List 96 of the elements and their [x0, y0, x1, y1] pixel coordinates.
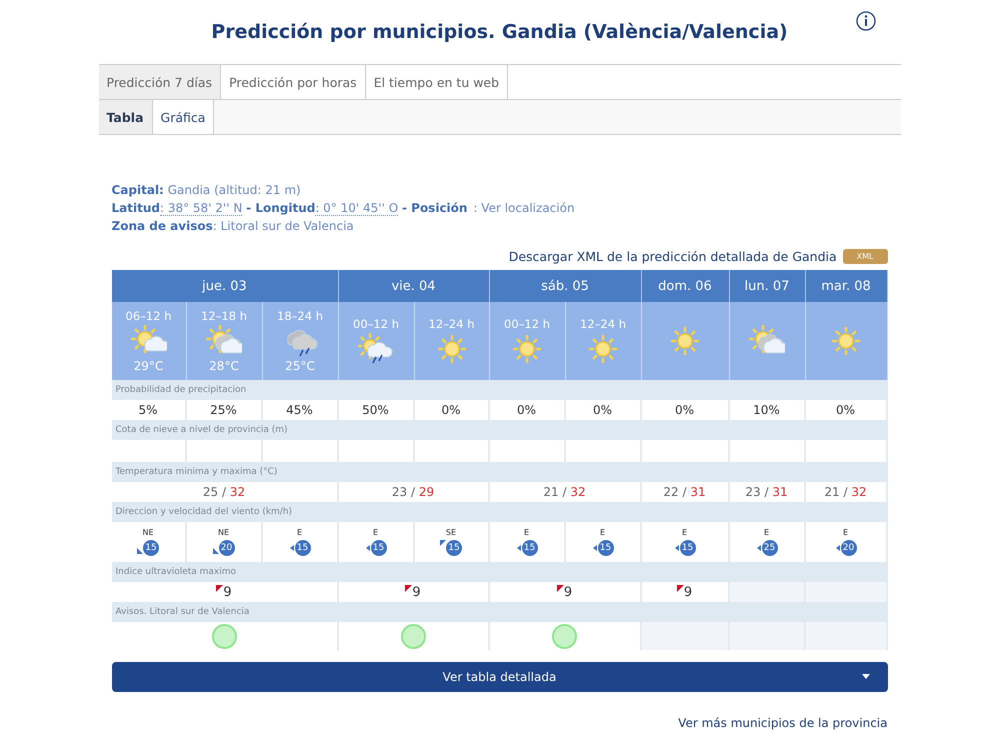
zone-label: Zona de avisos [112, 219, 213, 233]
temperature: 28°C [209, 359, 239, 373]
uv-marker-icon [676, 584, 684, 592]
latitude-label: Latitud [112, 201, 160, 215]
wind-speed-badge: 15 [143, 540, 159, 556]
capital-value: Gandia (altitud: 21 m) [168, 183, 301, 197]
temperature: 25°C [285, 359, 315, 373]
wind-pointer-icon [364, 543, 370, 553]
day-header: jue. 03 [112, 270, 338, 302]
uv-marker-icon [216, 584, 224, 592]
wind-direction: E [764, 528, 770, 537]
row-label: Avisos. Litoral sur de Valencia [112, 602, 888, 622]
wind-direction: SE [446, 528, 456, 537]
day-header: sáb. 05 [490, 270, 642, 302]
uv-index: 9 [412, 584, 421, 600]
warning-status-dot [552, 624, 577, 648]
min-max-temperature: 23 / 31 [745, 485, 788, 499]
page-title: Predicción por municipios. Gandia (València/Valencia) [211, 21, 788, 43]
warning-status-dot [400, 624, 426, 648]
wind-speed-badge: 20 [218, 540, 234, 556]
wind-direction: E [600, 528, 606, 537]
period-range: 06–12 h [126, 309, 172, 323]
wind-direction: E [524, 528, 530, 537]
wind-pointer-icon [212, 546, 218, 556]
wind-direction: E [842, 528, 848, 537]
sun-rain-cloud-icon [358, 333, 394, 365]
detail-table-button[interactable]: Ver tabla detallada [112, 662, 888, 692]
min-max-temperature: 22 / 31 [663, 485, 706, 499]
table-cell: 0% [566, 400, 642, 420]
table-cell: 25% [186, 400, 262, 420]
period-range: 00–12 h [353, 317, 399, 331]
wind-direction: E [372, 528, 378, 537]
period-range: 00–12 h [504, 317, 550, 331]
wind-pointer-icon [516, 543, 522, 553]
period-range: 12–18 h [201, 309, 247, 323]
longitude-value: : 0° 10' 45'' O [315, 201, 398, 216]
period-range: 18–24 h [277, 309, 323, 323]
wind-speed-badge: 20 [840, 540, 856, 556]
warning-status-dot [212, 624, 236, 648]
caret-icon [862, 674, 870, 679]
longitude-label: - Longitud [246, 201, 316, 215]
wind-speed-badge: 15 [370, 540, 386, 556]
subtab[interactable]: Tabla [98, 100, 153, 134]
xml-download-link[interactable]: Descargar XML de la predicción detallada de Gandia [508, 249, 837, 264]
capital-label: Capital: [112, 183, 164, 197]
position-label: - Posición [402, 201, 468, 215]
wind-speed-badge: 15 [446, 540, 462, 556]
period-range: 12–24 h [580, 317, 626, 331]
table-cell: 45% [262, 400, 338, 420]
wind-pointer-icon [288, 543, 294, 553]
table-cell: 0% [642, 400, 730, 420]
uv-index: 9 [564, 584, 572, 600]
table-cell: 0% [414, 400, 490, 420]
min-max-temperature: 21 / 32 [543, 485, 586, 499]
day-header: dom. 06 [642, 270, 730, 302]
table-cell: 0% [806, 400, 888, 420]
row-label: Temperatura minima y maxima (°C) [112, 462, 888, 482]
wind-pointer-icon [674, 543, 680, 553]
wind-pointer-icon [756, 543, 762, 553]
wind-direction: NE [218, 528, 230, 537]
wind-speed-badge: 25 [762, 540, 778, 556]
table-cell: 10% [730, 400, 806, 420]
uv-marker-icon [405, 584, 412, 592]
tab[interactable]: Predicción 7 días [98, 65, 222, 99]
row-label: Probabilidad de precipitacion [112, 380, 888, 400]
table-cell: 50% [338, 400, 414, 420]
zone-value: : Litoral sur de Valencia [212, 219, 354, 233]
wind-direction: NE [142, 528, 154, 537]
temperature: 29°C [134, 359, 164, 373]
row-label: Cota de nieve a nivel de provincia (m) [112, 420, 888, 440]
period-range: 12–24 h [428, 317, 474, 331]
subtab[interactable]: Gráfica [152, 100, 214, 134]
day-header: lun. 07 [730, 270, 806, 302]
wind-speed-badge: 15 [680, 540, 696, 556]
min-max-temperature: 21 / 32 [824, 485, 867, 499]
wind-direction: E [296, 528, 302, 537]
latitude-value: : 38° 58' 2'' N [160, 201, 242, 216]
more-municipalities-link[interactable]: Ver más municipios de la provincia [678, 716, 888, 730]
day-header: vie. 04 [338, 270, 490, 302]
row-label: Direccion y velocidad del viento (km/h) [112, 502, 888, 522]
wind-speed-badge: 15 [598, 540, 614, 556]
wind-pointer-icon [834, 543, 840, 553]
wind-pointer-icon [137, 546, 143, 556]
row-label: Indice ultravioleta maximo [112, 562, 888, 582]
table-cell: 0% [490, 400, 566, 420]
uv-marker-icon [556, 584, 564, 592]
wind-direction: E [682, 528, 688, 537]
uv-index: 9 [223, 584, 232, 600]
min-max-temperature: 23 / 29 [392, 485, 434, 499]
wind-speed-badge: 15 [294, 540, 310, 556]
info-icon[interactable] [856, 11, 876, 31]
day-header: mar. 08 [806, 270, 888, 302]
min-max-temperature: 25 / 32 [202, 485, 246, 499]
wind-speed-badge: 15 [522, 540, 538, 556]
uv-index: 9 [684, 584, 692, 600]
wind-pointer-icon [592, 543, 598, 553]
